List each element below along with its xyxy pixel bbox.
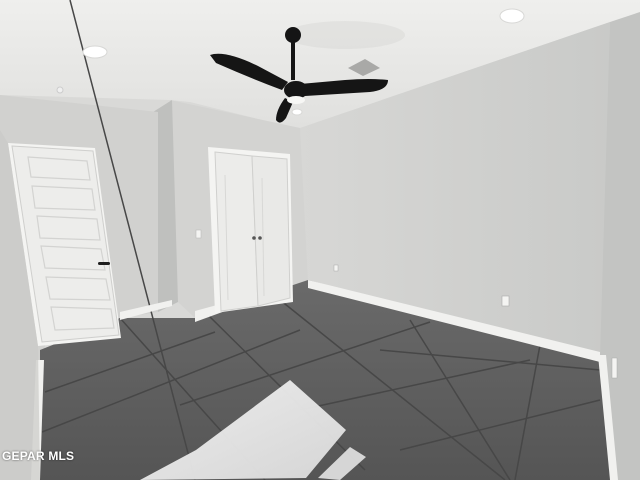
light-switch	[195, 229, 202, 239]
smoke-detector	[56, 86, 64, 94]
closet-door-left	[214, 151, 259, 312]
photo-scene: GEPAR MLS	[0, 0, 640, 480]
entry-door-handle	[98, 262, 110, 265]
room-illustration	[0, 0, 640, 480]
wall-outlet-right	[611, 357, 618, 379]
photo-watermark: GEPAR MLS	[2, 449, 75, 463]
recessed-light-right	[499, 8, 525, 24]
closet-door-right	[251, 155, 291, 307]
closet-door-knob-left	[252, 236, 256, 240]
recessed-light-center	[291, 108, 303, 116]
wall-outlet-small	[333, 264, 339, 272]
closet-door-knob-right	[258, 236, 262, 240]
recessed-light-left	[82, 45, 108, 59]
wall-outlet-back	[501, 295, 510, 307]
